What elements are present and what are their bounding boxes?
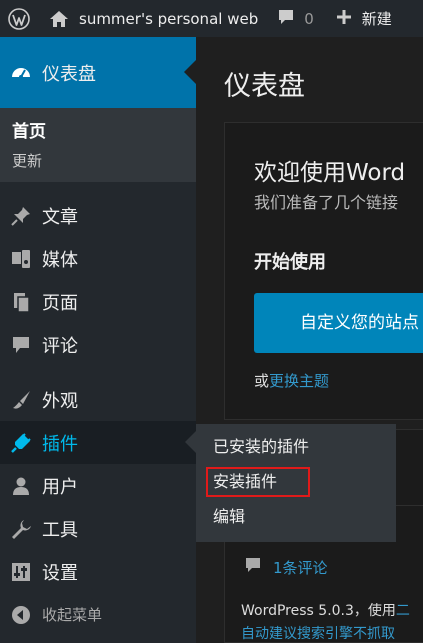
- page-title: 仪表盘: [224, 71, 305, 102]
- admin-bar: summer's personal web 0 新建: [0, 0, 423, 37]
- paintbrush-icon: [8, 387, 34, 413]
- sidebar-item-label: 设置: [42, 562, 78, 584]
- sidebar-item-label: 媒体: [42, 249, 78, 271]
- current-menu-arrow: [184, 60, 196, 84]
- new-label: 新建: [361, 10, 392, 28]
- flyout-item-add-plugin[interactable]: 安装插件: [196, 467, 396, 506]
- pushpin-icon: [8, 203, 34, 229]
- sidebar-item-label: 工具: [42, 519, 78, 541]
- dashboard-submenu: 首页 更新: [0, 108, 196, 182]
- sidebar-item-users[interactable]: 用户: [0, 464, 196, 507]
- home-icon: [48, 8, 70, 30]
- submenu-item-home[interactable]: 首页: [12, 118, 196, 146]
- highlight-box: [206, 467, 310, 497]
- comments-count: 0: [304, 9, 314, 28]
- theme-link[interactable]: 二: [396, 603, 410, 619]
- flyout-arrow: [185, 431, 196, 453]
- page-icon: [8, 289, 34, 315]
- main-content: 仪表盘 欢迎使用Word 我们准备了几个链接 开始使用 自定义您的站点 或更换主…: [196, 37, 423, 643]
- collapse-menu-button[interactable]: 收起菜单: [0, 593, 196, 636]
- sidebar-item-label: 插件: [42, 433, 78, 455]
- sidebar-item-label: 用户: [42, 476, 78, 498]
- get-started-heading: 开始使用: [254, 252, 326, 273]
- menu-spacer: [0, 366, 196, 378]
- site-home-link[interactable]: summer's personal web: [48, 8, 258, 30]
- sidebar-item-plugins[interactable]: 插件: [0, 421, 196, 464]
- sidebar-item-appearance[interactable]: 外观: [0, 378, 196, 421]
- new-content-link[interactable]: 新建: [336, 8, 392, 29]
- plugin-icon: [8, 430, 34, 456]
- site-name: summer's personal web: [79, 9, 259, 28]
- version-info: WordPress 5.0.3，使用二: [241, 600, 410, 620]
- welcome-about-text: 我们准备了几个链接: [254, 193, 399, 212]
- sidebar-item-media[interactable]: 媒体: [0, 237, 196, 280]
- sidebar-item-label: 外观: [42, 390, 78, 412]
- comment-icon: [243, 555, 263, 579]
- sidebar-item-settings[interactable]: 设置: [0, 550, 196, 593]
- plus-icon: [336, 9, 352, 29]
- wordpress-logo-icon[interactable]: [0, 0, 38, 37]
- flyout-item-installed-plugins[interactable]: 已安装的插件: [196, 436, 396, 471]
- settings-icon: [8, 559, 34, 585]
- comment-icon: [276, 7, 296, 31]
- media-icon: [8, 246, 34, 272]
- customize-site-button[interactable]: 自定义您的站点: [254, 293, 423, 353]
- sidebar-item-posts[interactable]: 文章: [0, 194, 196, 237]
- admin-sidebar: 仪表盘 首页 更新 文章 媒体 页面 评论 外观 插件 用户 工具 设置 收起菜…: [0, 37, 196, 643]
- comments-count-link[interactable]: 1条评论: [243, 555, 328, 579]
- sidebar-item-pages[interactable]: 页面: [0, 280, 196, 323]
- sidebar-item-comments[interactable]: 评论: [0, 323, 196, 366]
- welcome-heading: 欢迎使用Word: [254, 160, 406, 186]
- search-engine-warning-link[interactable]: 自动建议搜索引擎不抓取: [241, 623, 395, 643]
- sidebar-item-dashboard[interactable]: 仪表盘: [0, 37, 196, 108]
- dashboard-icon: [8, 60, 34, 86]
- sidebar-item-label: 文章: [42, 206, 78, 228]
- or-text: 或: [254, 372, 270, 390]
- change-theme-line: 或更换主题: [254, 370, 329, 391]
- welcome-panel: 欢迎使用Word 我们准备了几个链接 开始使用 自定义您的站点 或更换主题: [224, 122, 423, 420]
- user-icon: [8, 473, 34, 499]
- change-theme-link[interactable]: 更换主题: [269, 372, 329, 390]
- collapse-icon: [8, 602, 34, 628]
- plugins-flyout-menu: 已安装的插件 安装插件 编辑: [196, 424, 396, 542]
- menu-spacer: [0, 182, 196, 194]
- sidebar-item-label: 页面: [42, 292, 78, 314]
- wrench-icon: [8, 516, 34, 542]
- comments-link[interactable]: 0: [276, 7, 314, 31]
- sidebar-item-label: 仪表盘: [42, 63, 96, 85]
- flyout-item-editor[interactable]: 编辑: [196, 506, 396, 541]
- version-text: WordPress 5.0.3，使用: [241, 603, 396, 619]
- sidebar-item-label: 评论: [42, 335, 78, 357]
- submenu-item-updates[interactable]: 更新: [12, 146, 196, 172]
- collapse-label: 收起菜单: [42, 606, 103, 624]
- comment-icon: [8, 332, 34, 358]
- comments-count-label: 1条评论: [273, 558, 328, 577]
- sidebar-item-tools[interactable]: 工具: [0, 507, 196, 550]
